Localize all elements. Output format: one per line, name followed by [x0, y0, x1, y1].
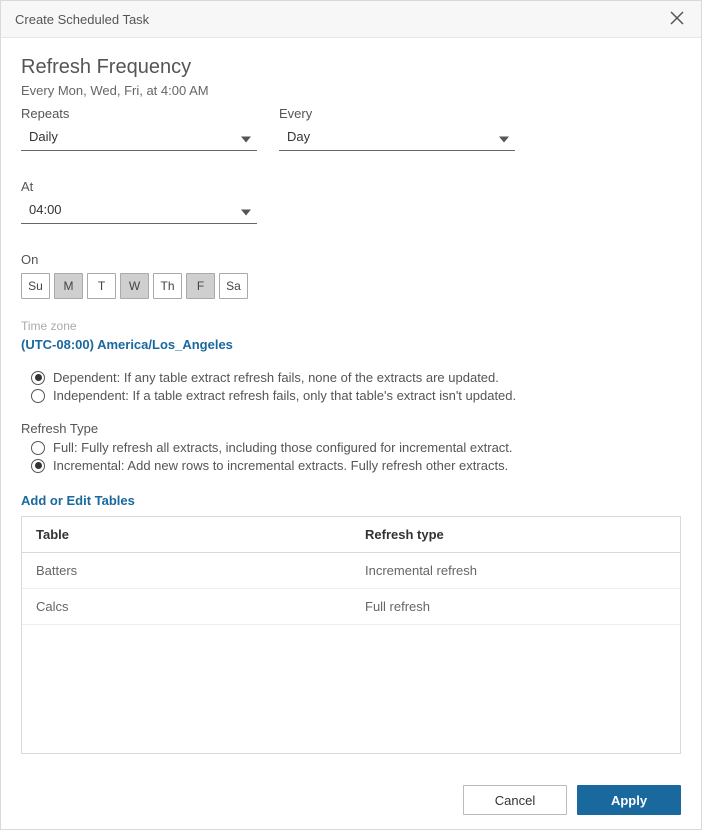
- radio-icon: [31, 389, 45, 403]
- schedule-summary: Every Mon, Wed, Fri, at 4:00 AM: [21, 83, 681, 98]
- page-heading: Refresh Frequency: [21, 56, 681, 79]
- every-label: Every: [279, 106, 515, 121]
- table-cell-name: Batters: [22, 553, 351, 588]
- table-header-row: Table Refresh type: [22, 517, 680, 553]
- repeats-value: Daily: [29, 129, 58, 144]
- day-toggle-su[interactable]: Su: [21, 273, 50, 299]
- chevron-down-icon: [499, 130, 509, 145]
- refresh-type-radio-incremental[interactable]: Incremental: Add new rows to incremental…: [31, 458, 681, 473]
- radio-icon: [31, 441, 45, 455]
- table-row: BattersIncremental refresh: [22, 553, 680, 589]
- at-select[interactable]: 04:00: [21, 198, 257, 224]
- every-value: Day: [287, 129, 310, 144]
- day-toggle-t[interactable]: T: [87, 273, 116, 299]
- timezone-link[interactable]: (UTC-08:00) America/Los_Angeles: [21, 337, 681, 352]
- day-toggle-f[interactable]: F: [186, 273, 215, 299]
- repeats-label: Repeats: [21, 106, 257, 121]
- table-header-table: Table: [22, 517, 351, 552]
- refresh-type-incremental-label: Incremental: Add new rows to incremental…: [53, 458, 508, 473]
- on-label: On: [21, 252, 681, 267]
- close-button[interactable]: [667, 9, 687, 29]
- table-cell-name: Calcs: [22, 589, 351, 624]
- apply-button[interactable]: Apply: [577, 785, 681, 815]
- table-cell-type: Incremental refresh: [351, 553, 680, 588]
- chevron-down-icon: [241, 203, 251, 218]
- table-header-type: Refresh type: [351, 517, 680, 552]
- chevron-down-icon: [241, 130, 251, 145]
- day-toggle-th[interactable]: Th: [153, 273, 182, 299]
- day-toggle-sa[interactable]: Sa: [219, 273, 248, 299]
- dependency-radio-independent[interactable]: Independent: If a table extract refresh …: [31, 388, 681, 403]
- repeats-select[interactable]: Daily: [21, 125, 257, 151]
- add-edit-tables-link[interactable]: Add or Edit Tables: [21, 493, 681, 508]
- radio-icon: [31, 459, 45, 473]
- tables-table: Table Refresh type BattersIncremental re…: [21, 516, 681, 754]
- radio-icon: [31, 371, 45, 385]
- day-toggle-m[interactable]: M: [54, 273, 83, 299]
- table-cell-type: Full refresh: [351, 589, 680, 624]
- dependency-dependent-label: Dependent: If any table extract refresh …: [53, 370, 499, 385]
- refresh-type-radio-full[interactable]: Full: Fully refresh all extracts, includ…: [31, 440, 681, 455]
- table-row: CalcsFull refresh: [22, 589, 680, 625]
- refresh-type-heading: Refresh Type: [21, 421, 681, 436]
- timezone-label: Time zone: [21, 319, 681, 333]
- day-toggle-w[interactable]: W: [120, 273, 149, 299]
- refresh-type-full-label: Full: Fully refresh all extracts, includ…: [53, 440, 513, 455]
- cancel-button[interactable]: Cancel: [463, 785, 567, 815]
- dependency-independent-label: Independent: If a table extract refresh …: [53, 388, 516, 403]
- dependency-radio-dependent[interactable]: Dependent: If any table extract refresh …: [31, 370, 681, 385]
- every-select[interactable]: Day: [279, 125, 515, 151]
- at-value: 04:00: [29, 202, 62, 217]
- at-label: At: [21, 179, 257, 194]
- close-icon: [670, 11, 684, 28]
- dialog-title: Create Scheduled Task: [15, 12, 149, 27]
